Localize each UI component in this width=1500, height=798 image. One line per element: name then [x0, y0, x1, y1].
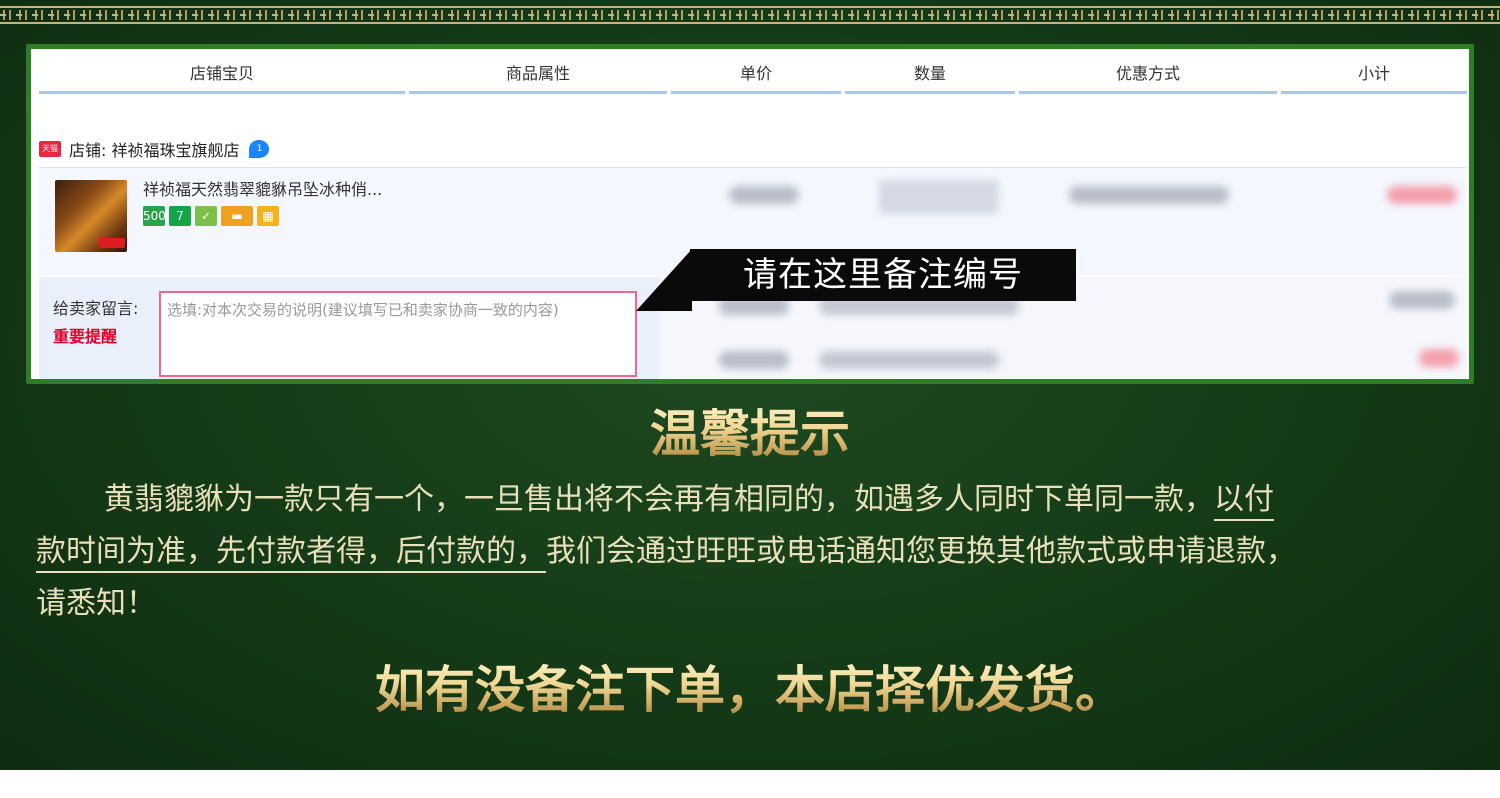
header-discount: 优惠方式 [1019, 57, 1277, 94]
decorative-fret-border [0, 6, 1500, 24]
blurred-unit-price [729, 186, 799, 204]
notice-text: 我们会通过旺旺或电话通知您更换其他款式或申请退款， [546, 534, 1296, 569]
notice-title: 温馨提示 [0, 402, 1500, 466]
seven-days-icon: 7 [169, 206, 191, 226]
seller-message-input[interactable]: 选填:对本次交易的说明(建议填写已和卖家协商一致的内容) [159, 291, 637, 377]
callout-banner: 请在这里备注编号 [690, 249, 1076, 301]
header-item: 店铺宝贝 [39, 57, 405, 94]
store-row: 天猫 店铺: 祥祯福珠宝旗舰店 1 [39, 135, 270, 163]
shield-icon: ✓ [195, 206, 217, 226]
grid-icon: ▦ [257, 206, 279, 226]
thumbnail-sticker [99, 238, 125, 248]
table-header: 店铺宝贝 商品属性 单价 数量 优惠方式 小计 [39, 57, 1467, 97]
header-attributes: 商品属性 [409, 57, 667, 94]
important-reminder: 重要提醒 [53, 327, 118, 346]
header-unit-price: 单价 [671, 57, 841, 94]
notice-underlined-text: 款时间为准，先付款者得，后付款的， [36, 534, 546, 573]
blurred-discount [1069, 186, 1229, 204]
message-label: 给卖家留言: [53, 299, 139, 318]
final-notice: 如有没备注下单，本店择优发货。 [0, 658, 1500, 722]
message-placeholder: 选填:对本次交易的说明(建议填写已和卖家协商一致的内容) [167, 301, 559, 319]
store-name[interactable]: 店铺: 祥祯福珠宝旗舰店 [69, 137, 239, 161]
notice-underlined-text: 以付 [1214, 482, 1274, 521]
notice-line-3: 请悉知！ [36, 586, 156, 621]
notice-line-2: 款时间为准，先付款者得，后付款的，我们会通过旺旺或电话通知您更换其他款式或申请退… [36, 526, 1466, 578]
product-thumbnail[interactable] [55, 180, 127, 252]
card-icon: ▬ [221, 206, 253, 226]
notice-text: 黄翡貔貅为一款只有一个，一旦售出将不会再有相同的，如遇多人同时下单同一款， [104, 482, 1214, 517]
order-screenshot-frame: 店铺宝贝 商品属性 单价 数量 优惠方式 小计 天猫 店铺: 祥祯福珠宝旗舰店 … [26, 44, 1474, 384]
notice-line-1: 黄翡貔貅为一款只有一个，一旦售出将不会再有相同的，如遇多人同时下单同一款，以付 [36, 474, 1466, 526]
service-badges: 500 7 ✓ ▬ ▦ [143, 206, 279, 226]
callout-text: 请在这里备注编号 [743, 255, 1023, 295]
order-screenshot: 店铺宝贝 商品属性 单价 数量 优惠方式 小计 天猫 店铺: 祥祯福珠宝旗舰店 … [31, 49, 1469, 379]
header-quantity: 数量 [845, 57, 1015, 94]
tmall-icon: 天猫 [39, 141, 61, 157]
blurred-quantity-stepper[interactable] [879, 180, 999, 214]
wangwang-chat-icon[interactable]: 1 [249, 140, 270, 158]
header-subtotal: 小计 [1281, 57, 1467, 94]
product-title[interactable]: 祥祯福天然翡翠貔貅吊坠冰种俏... [143, 176, 382, 200]
blurred-subtotal [1387, 186, 1457, 204]
cat-icon: 500 [143, 206, 166, 226]
callout-pointer [636, 249, 692, 311]
